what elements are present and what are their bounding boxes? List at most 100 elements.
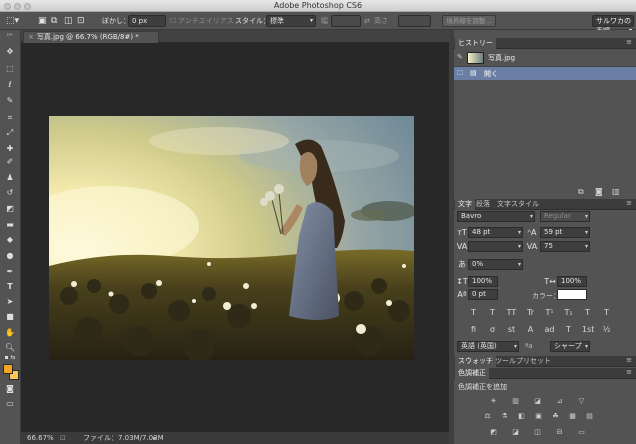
document-tab[interactable]: × 写真.jpg @ 66.7% (RGB/8#) * [23, 31, 159, 43]
font-family-select[interactable]: Bavro ▾ [457, 211, 535, 222]
font-size-input[interactable]: 48 pt ▾ [468, 227, 523, 238]
adjustment-a-0-icon[interactable]: ☀ [488, 396, 499, 406]
adjustment-b-4-icon[interactable]: ☘ [550, 411, 561, 421]
type-tool-icon[interactable]: T [3, 281, 17, 293]
status-menu-arrow-icon[interactable]: ▸ [153, 432, 157, 444]
close-tab-icon[interactable]: × [28, 33, 34, 41]
collapse-toolbar-icon[interactable]: ▸▸ [3, 32, 17, 38]
camera-snapshot-icon[interactable]: ◙ [595, 187, 603, 196]
adjustment-c-1-icon[interactable]: ◪ [510, 427, 521, 437]
kerning-input[interactable]: ▾ [468, 241, 523, 252]
spot-healing-brush-tool-icon[interactable]: ✚ [3, 143, 17, 155]
type-style-button-5[interactable]: T₁ [563, 307, 574, 318]
tab-character-styles[interactable]: 文字スタイル [494, 199, 542, 210]
history-brush-source-icon[interactable]: ☐ [457, 69, 463, 77]
eraser-tool-icon[interactable]: ◩ [3, 203, 17, 215]
history-brush-source-icon[interactable]: ✎ [457, 53, 463, 61]
tsume-input[interactable]: 0% ▾ [468, 259, 523, 270]
panel-menu-icon[interactable]: ≡ [626, 199, 632, 207]
panel-menu-icon[interactable]: ≡ [626, 38, 632, 46]
workspace-select[interactable]: サルワカの手順▾ [592, 15, 634, 35]
move-tool-icon[interactable]: ✥ [3, 46, 17, 58]
language-select[interactable]: 英語 (英国) ▾ [457, 341, 519, 352]
baseline-shift-input[interactable]: 0 pt [468, 289, 498, 300]
tab-history[interactable]: ヒストリー [455, 38, 496, 49]
zoom-level[interactable]: 66.67% [27, 432, 54, 444]
history-state-row[interactable]: ☐ ▤ 開く [454, 67, 636, 80]
brush-tool-icon[interactable]: ✐ [3, 156, 17, 168]
antialias-checkbox-icon[interactable]: ☐ [170, 15, 176, 27]
type-style-button-7[interactable]: T [601, 307, 612, 318]
opentype-button-5[interactable]: T [563, 324, 574, 335]
type-style-button-4[interactable]: T¹ [544, 307, 555, 318]
tab-tool-presets[interactable]: ツールプリセット [492, 356, 554, 367]
new-document-from-state-icon[interactable]: ⧉ [578, 187, 584, 197]
opentype-button-2[interactable]: st [506, 324, 517, 335]
refine-edge-button[interactable]: 境界線を調整... [442, 15, 496, 27]
trash-icon[interactable]: ▥ [612, 187, 620, 196]
crop-tool-icon[interactable]: ⌗ [3, 112, 17, 124]
adjustment-c-4-icon[interactable]: ▭ [576, 427, 587, 437]
leading-input[interactable]: 59 pt ▾ [540, 227, 590, 238]
document-image[interactable] [49, 116, 414, 360]
adjustment-c-3-icon[interactable]: ⊟ [554, 427, 565, 437]
adjustment-b-3-icon[interactable]: ▣ [533, 411, 544, 421]
adjustment-b-6-icon[interactable]: ▤ [584, 411, 595, 421]
panel-menu-icon[interactable]: ≡ [626, 356, 632, 364]
panel-menu-icon[interactable]: ≡ [626, 368, 632, 376]
adjustment-b-2-icon[interactable]: ◧ [516, 411, 527, 421]
adjustment-a-1-icon[interactable]: ▥ [510, 396, 521, 406]
adjustment-c-0-icon[interactable]: ◩ [488, 427, 499, 437]
screen-mode-icon[interactable]: ▭ [3, 398, 17, 410]
adjustment-a-4-icon[interactable]: ▽ [576, 396, 587, 406]
quick-mask-icon[interactable]: ◙ [3, 383, 17, 395]
tab-paragraph[interactable]: 段落 [473, 199, 493, 210]
quick-selection-tool-icon[interactable]: ✎ [3, 95, 17, 107]
default-colors-icon[interactable]: ▪ ⇆ [3, 352, 17, 364]
tab-character[interactable]: 文字 [455, 199, 475, 210]
tab-swatches[interactable]: スウォッチ [455, 356, 496, 367]
hand-tool-icon[interactable]: ✋ [3, 327, 17, 339]
history-brush-tool-icon[interactable]: ↺ [3, 187, 17, 199]
style-select[interactable]: 標準 ▾ [266, 15, 316, 27]
type-style-button-3[interactable]: Tr [525, 307, 536, 318]
clone-stamp-tool-icon[interactable]: ♟ [3, 172, 17, 184]
adjustment-b-1-icon[interactable]: ⚗ [499, 411, 510, 421]
rectangle-tool-icon[interactable]: ■ [3, 311, 17, 323]
blur-tool-icon[interactable]: ◆ [3, 234, 17, 246]
type-style-button-2[interactable]: TT [506, 307, 517, 318]
vertical-scale-input[interactable]: 100% [468, 276, 498, 287]
opentype-button-7[interactable]: ½ [601, 324, 612, 335]
marquee-tool-preset-icon[interactable]: ⬚▾ [6, 15, 19, 27]
opentype-button-0[interactable]: fi [468, 324, 479, 335]
text-color-swatch[interactable] [557, 289, 587, 300]
type-style-button-1[interactable]: T [487, 307, 498, 318]
swap-icon[interactable]: ⇄ [364, 15, 370, 27]
width-input[interactable] [331, 15, 361, 27]
adjustment-b-0-icon[interactable]: ⚖ [482, 411, 493, 421]
add-selection-icon[interactable]: ⧉ [51, 15, 57, 27]
status-options-icon[interactable]: ⊡ [60, 432, 66, 444]
horizontal-scale-input[interactable]: 100% [557, 276, 587, 287]
eyedropper-tool-icon[interactable]: ⤢ [3, 127, 17, 139]
intersect-selection-icon[interactable]: ⊡ [77, 15, 85, 27]
pen-tool-icon[interactable]: ✒ [3, 266, 17, 278]
adjustment-b-5-icon[interactable]: ▦ [567, 411, 578, 421]
lasso-tool-icon[interactable]: ℓ [3, 79, 17, 91]
opentype-button-3[interactable]: A [525, 324, 536, 335]
adjustment-a-3-icon[interactable]: ⊿ [554, 396, 565, 406]
type-style-button-0[interactable]: T [468, 307, 479, 318]
gradient-tool-icon[interactable]: ▬ [3, 219, 17, 231]
tracking-input[interactable]: 75 ▾ [540, 241, 590, 252]
type-style-button-6[interactable]: T [582, 307, 593, 318]
opentype-button-6[interactable]: 1st [582, 324, 594, 335]
font-style-select[interactable]: Regular ▾ [540, 211, 590, 222]
opentype-button-1[interactable]: σ [487, 324, 498, 335]
new-selection-icon[interactable]: ▣ [38, 15, 47, 27]
opentype-button-4[interactable]: ad [544, 324, 555, 335]
antialias-select[interactable]: シャープ ▾ [550, 341, 590, 352]
feather-input[interactable]: 0 px [128, 15, 166, 27]
foreground-color-swatch[interactable] [3, 364, 13, 374]
path-selection-tool-icon[interactable]: ➤ [3, 296, 17, 308]
adjustment-a-2-icon[interactable]: ◪ [532, 396, 543, 406]
